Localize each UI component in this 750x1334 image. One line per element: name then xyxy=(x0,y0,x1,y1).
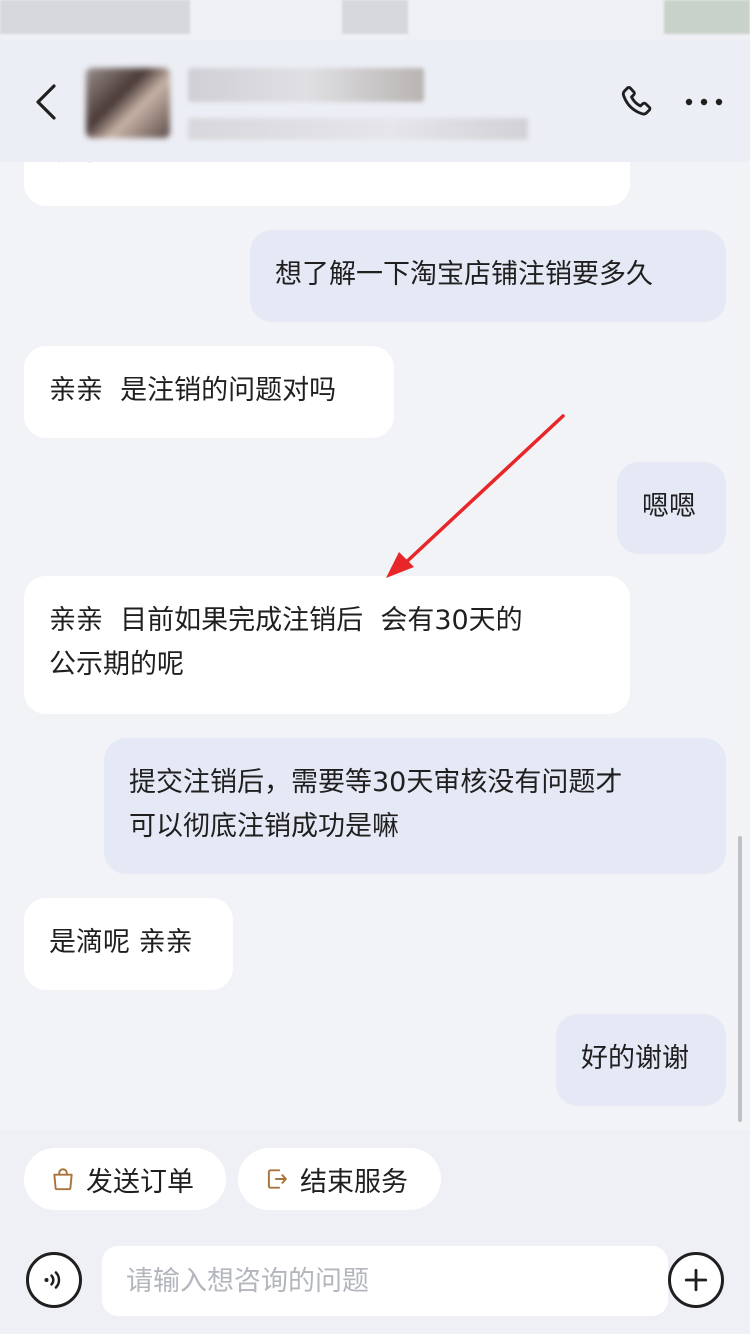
message-bubble-agent: 是滴呢 亲亲 xyxy=(24,898,233,990)
call-button[interactable] xyxy=(612,78,660,126)
phone-icon xyxy=(621,86,652,116)
plus-icon xyxy=(684,1268,708,1292)
message-input[interactable] xyxy=(102,1246,668,1316)
voice-icon xyxy=(44,1271,61,1289)
voice-input-button[interactable] xyxy=(26,1252,82,1308)
bottom-toolbar: 发送订单 结束服务 xyxy=(0,1130,750,1334)
chat-header: ██████████ ████████████████ xyxy=(0,40,750,162)
status-bar-center-blur xyxy=(342,0,408,34)
status-bar-left-blur xyxy=(0,0,190,34)
chat-scrollbar[interactable] xyxy=(738,836,742,1122)
exit-icon xyxy=(264,1166,290,1192)
chat-message-list[interactable]: 议常您？ 想了解一下淘宝店铺注销要多久 亲亲 是注销的问题对吗 嗯嗯 亲亲 目前… xyxy=(0,162,750,1130)
status-bar xyxy=(0,0,750,40)
message-bubble-user: 好的谢谢 xyxy=(556,1014,726,1106)
send-order-label: 发送订单 xyxy=(86,1166,194,1198)
ellipsis-icon xyxy=(685,98,723,106)
contact-name: ██████████ xyxy=(188,68,424,102)
message-bubble-agent: 亲亲 是注销的问题对吗 xyxy=(24,346,394,438)
send-order-button[interactable]: 发送订单 xyxy=(24,1148,226,1210)
message-bubble-agent: 议常您？ xyxy=(24,162,630,206)
back-button[interactable] xyxy=(24,80,68,124)
message-input-container xyxy=(102,1246,668,1316)
message-bubble-agent: 亲亲 目前如果完成注销后 会有30天的 公示期的呢 xyxy=(24,576,630,714)
end-service-label: 结束服务 xyxy=(300,1166,408,1198)
contact-subtitle: ████████████████ xyxy=(188,118,528,140)
status-bar-right-blur xyxy=(664,0,750,34)
message-bubble-user: 嗯嗯 xyxy=(617,462,726,554)
message-bubble-user: 想了解一下淘宝店铺注销要多久 xyxy=(250,230,726,322)
message-bubble-user: 提交注销后，需要等30天审核没有问题才 可以彻底注销成功是嘛 xyxy=(104,738,726,874)
end-service-button[interactable]: 结束服务 xyxy=(238,1148,441,1210)
contact-avatar[interactable] xyxy=(86,68,170,138)
chevron-left-icon xyxy=(36,84,56,120)
more-actions-button[interactable] xyxy=(668,1252,724,1308)
shopping-bag-icon xyxy=(50,1166,76,1192)
more-options-button[interactable] xyxy=(680,78,728,126)
